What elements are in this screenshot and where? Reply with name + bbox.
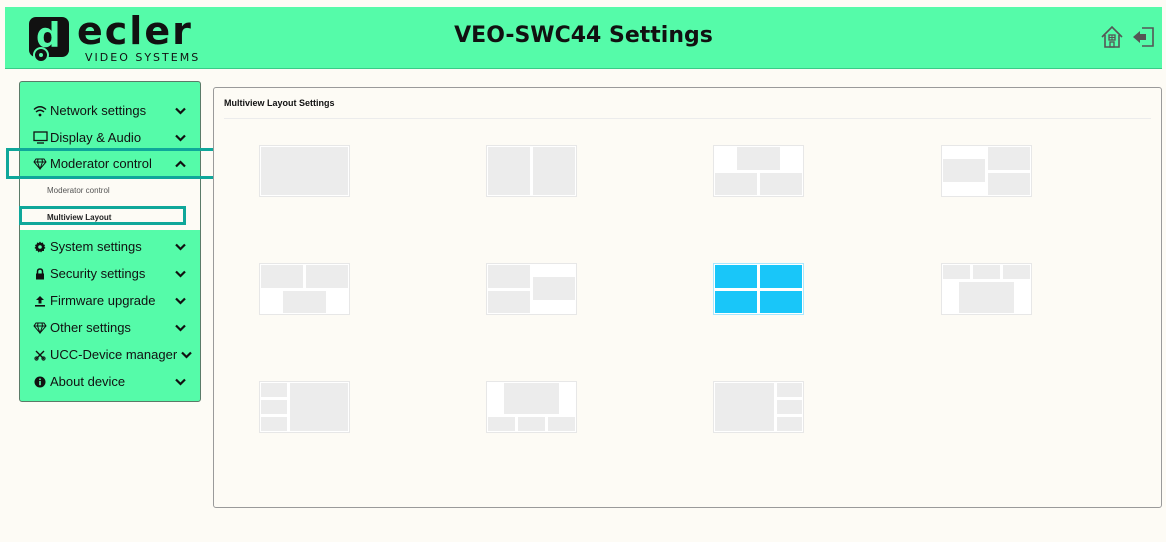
quad-layout-option[interactable] [713, 263, 804, 315]
sidebar-item-other-settings[interactable]: Other settings [20, 314, 200, 341]
sidebar-item-system-settings[interactable]: System settings [20, 233, 200, 260]
exit-icon[interactable] [1131, 24, 1157, 50]
sidebar-item-label: UCC-Device manager [50, 347, 178, 362]
panel-title: Multiview Layout Settings [224, 98, 335, 108]
sidebar-item-label: Security settings [50, 266, 146, 281]
chevron-down-icon [180, 351, 192, 359]
single-layout-option[interactable] [259, 145, 350, 197]
one-left-three-right-layout-option[interactable] [713, 381, 804, 433]
chevron-down-icon [174, 270, 186, 278]
one-left-two-right-layout-option[interactable] [941, 145, 1032, 197]
sidebar-item-display-audio[interactable]: Display & Audio [20, 124, 200, 151]
submenu-item-moderator-control[interactable]: Moderator control [47, 186, 110, 195]
two-top-one-bottom-layout-option[interactable] [259, 263, 350, 315]
tool-icon [32, 349, 48, 361]
one-top-two-bottom-layout-option[interactable] [713, 145, 804, 197]
sidebar-item-firmware-upgrade[interactable]: Firmware upgrade [20, 287, 200, 314]
sidebar-item-about-device[interactable]: About device [20, 368, 200, 395]
monitor-icon [32, 131, 48, 144]
sidebar-item-label: Firmware upgrade [50, 293, 156, 308]
page-title: VEO-SWC44 Settings [454, 23, 713, 48]
sidebar-item-label: Network settings [50, 103, 147, 118]
chevron-down-icon [174, 324, 186, 332]
chevron-down-icon [174, 297, 186, 305]
header-bar: d ecler VIDEO SYSTEMS VEO-SWC44 Settings [5, 7, 1162, 69]
one-top-three-bottom-layout-option[interactable] [486, 381, 577, 433]
info-icon [32, 376, 48, 388]
upload-icon [32, 295, 48, 307]
sidebar-item-label: Other settings [50, 320, 131, 335]
sidebar-item-label: Display & Audio [50, 130, 142, 145]
sidebar: Network settings Display & Audio Moderat… [19, 81, 201, 402]
sidebar-item-label: About device [50, 374, 126, 389]
sidebar-item-network-settings[interactable]: Network settings [20, 97, 200, 124]
lock-icon [32, 267, 48, 280]
sidebar-item-label: System settings [50, 239, 142, 254]
three-left-one-right-layout-option[interactable] [259, 381, 350, 433]
multiview-layout-highlight [19, 206, 186, 225]
chevron-down-icon [174, 378, 186, 386]
chevron-down-icon [174, 134, 186, 142]
home-icon[interactable] [1099, 24, 1125, 50]
moderator-control-highlight [6, 148, 219, 179]
wifi-icon [32, 105, 48, 117]
brand-subtitle: VIDEO SYSTEMS [85, 51, 201, 64]
side-by-side-layout-option[interactable] [486, 145, 577, 197]
panel-divider [224, 118, 1151, 119]
diamond-icon [32, 322, 48, 334]
gear-icon [32, 241, 48, 253]
multiview-layout-panel: Multiview Layout Settings [213, 87, 1162, 508]
chevron-down-icon [174, 243, 186, 251]
sidebar-item-security-settings[interactable]: Security settings [20, 260, 200, 287]
two-left-one-right-layout-option[interactable] [486, 263, 577, 315]
chevron-down-icon [174, 107, 186, 115]
sidebar-item-ucc-device-manager[interactable]: UCC-Device manager [20, 341, 200, 368]
three-top-one-bottom-layout-option[interactable] [941, 263, 1032, 315]
